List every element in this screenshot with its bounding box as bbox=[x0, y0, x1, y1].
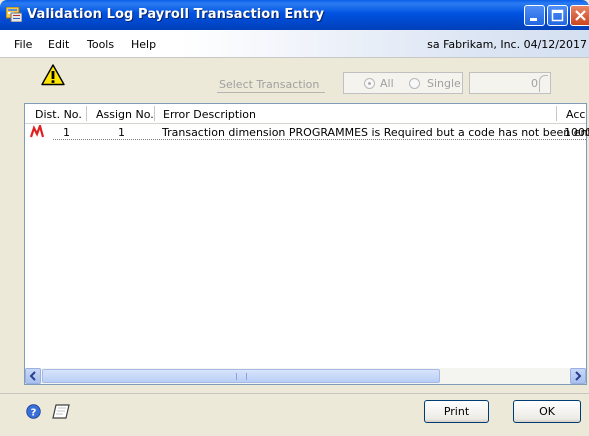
maximize-icon bbox=[551, 9, 564, 22]
transaction-number-value: 0 bbox=[531, 77, 538, 90]
col-dist-no[interactable]: Dist. No. bbox=[35, 108, 82, 121]
radio-single[interactable] bbox=[409, 78, 420, 89]
print-button[interactable]: Print bbox=[424, 400, 489, 423]
radio-all[interactable] bbox=[364, 78, 375, 89]
close-icon bbox=[575, 10, 586, 21]
col-divider[interactable] bbox=[556, 106, 557, 121]
menu-file[interactable]: File bbox=[14, 38, 32, 51]
grid-header: Dist. No. Assign No. Error Description A… bbox=[25, 104, 586, 124]
scroll-right-button[interactable] bbox=[570, 368, 586, 384]
help-icon[interactable]: ? bbox=[26, 404, 41, 419]
scroll-grip bbox=[236, 373, 247, 380]
col-error-description[interactable]: Error Description bbox=[163, 108, 256, 121]
select-transaction-label: Select Transaction bbox=[219, 78, 320, 91]
cell-dist-no: 1 bbox=[63, 126, 70, 139]
transaction-radio-group: All Single bbox=[343, 72, 463, 94]
radio-all-label: All bbox=[380, 77, 394, 90]
dialog-window: Validation Log Payroll Transaction Entry… bbox=[0, 0, 589, 436]
cell-account: 1000 bbox=[564, 126, 589, 139]
minimize-button[interactable] bbox=[524, 5, 545, 26]
menu-edit[interactable]: Edit bbox=[48, 38, 69, 51]
user-company-date: sa Fabrikam, Inc. 04/12/2017 bbox=[427, 38, 587, 51]
lookup-icon[interactable] bbox=[539, 75, 548, 92]
table-row[interactable]: 1 1 Transaction dimension PROGRAMMES is … bbox=[25, 124, 589, 141]
horizontal-scrollbar[interactable] bbox=[25, 368, 586, 384]
menu-bar: File Edit Tools Help sa Fabrikam, Inc. 0… bbox=[0, 30, 589, 58]
chevron-right-icon bbox=[575, 371, 582, 381]
error-row-icon bbox=[30, 125, 44, 138]
warning-icon bbox=[41, 64, 65, 86]
col-assign-no[interactable]: Assign No. bbox=[96, 108, 154, 121]
close-button[interactable] bbox=[570, 5, 589, 26]
window-title: Validation Log Payroll Transaction Entry bbox=[27, 7, 325, 22]
scroll-left-button[interactable] bbox=[25, 368, 41, 384]
footer-divider bbox=[0, 393, 589, 394]
app-icon bbox=[6, 7, 22, 22]
ok-button[interactable]: OK bbox=[513, 400, 581, 423]
col-divider[interactable] bbox=[86, 106, 87, 121]
radio-single-label: Single bbox=[427, 77, 461, 90]
cell-error-description: Transaction dimension PROGRAMMES is Requ… bbox=[162, 126, 589, 139]
minimize-icon bbox=[530, 18, 537, 21]
note-icon[interactable] bbox=[52, 403, 71, 420]
chevron-left-icon bbox=[29, 371, 36, 381]
cell-assign-no: 1 bbox=[118, 126, 125, 139]
transaction-number-field[interactable]: 0 bbox=[469, 72, 551, 94]
title-bar[interactable]: Validation Log Payroll Transaction Entry bbox=[0, 0, 589, 30]
svg-text:?: ? bbox=[31, 407, 37, 418]
row-focus-outline bbox=[53, 139, 586, 140]
menu-tools[interactable]: Tools bbox=[87, 38, 114, 51]
scroll-thumb[interactable] bbox=[42, 369, 440, 383]
validation-log-grid: Dist. No. Assign No. Error Description A… bbox=[24, 103, 589, 385]
maximize-button[interactable] bbox=[547, 5, 568, 26]
select-transaction-underline bbox=[217, 92, 325, 93]
col-account[interactable]: Acc bbox=[566, 108, 585, 121]
col-divider[interactable] bbox=[154, 106, 155, 121]
menu-help[interactable]: Help bbox=[131, 38, 156, 51]
